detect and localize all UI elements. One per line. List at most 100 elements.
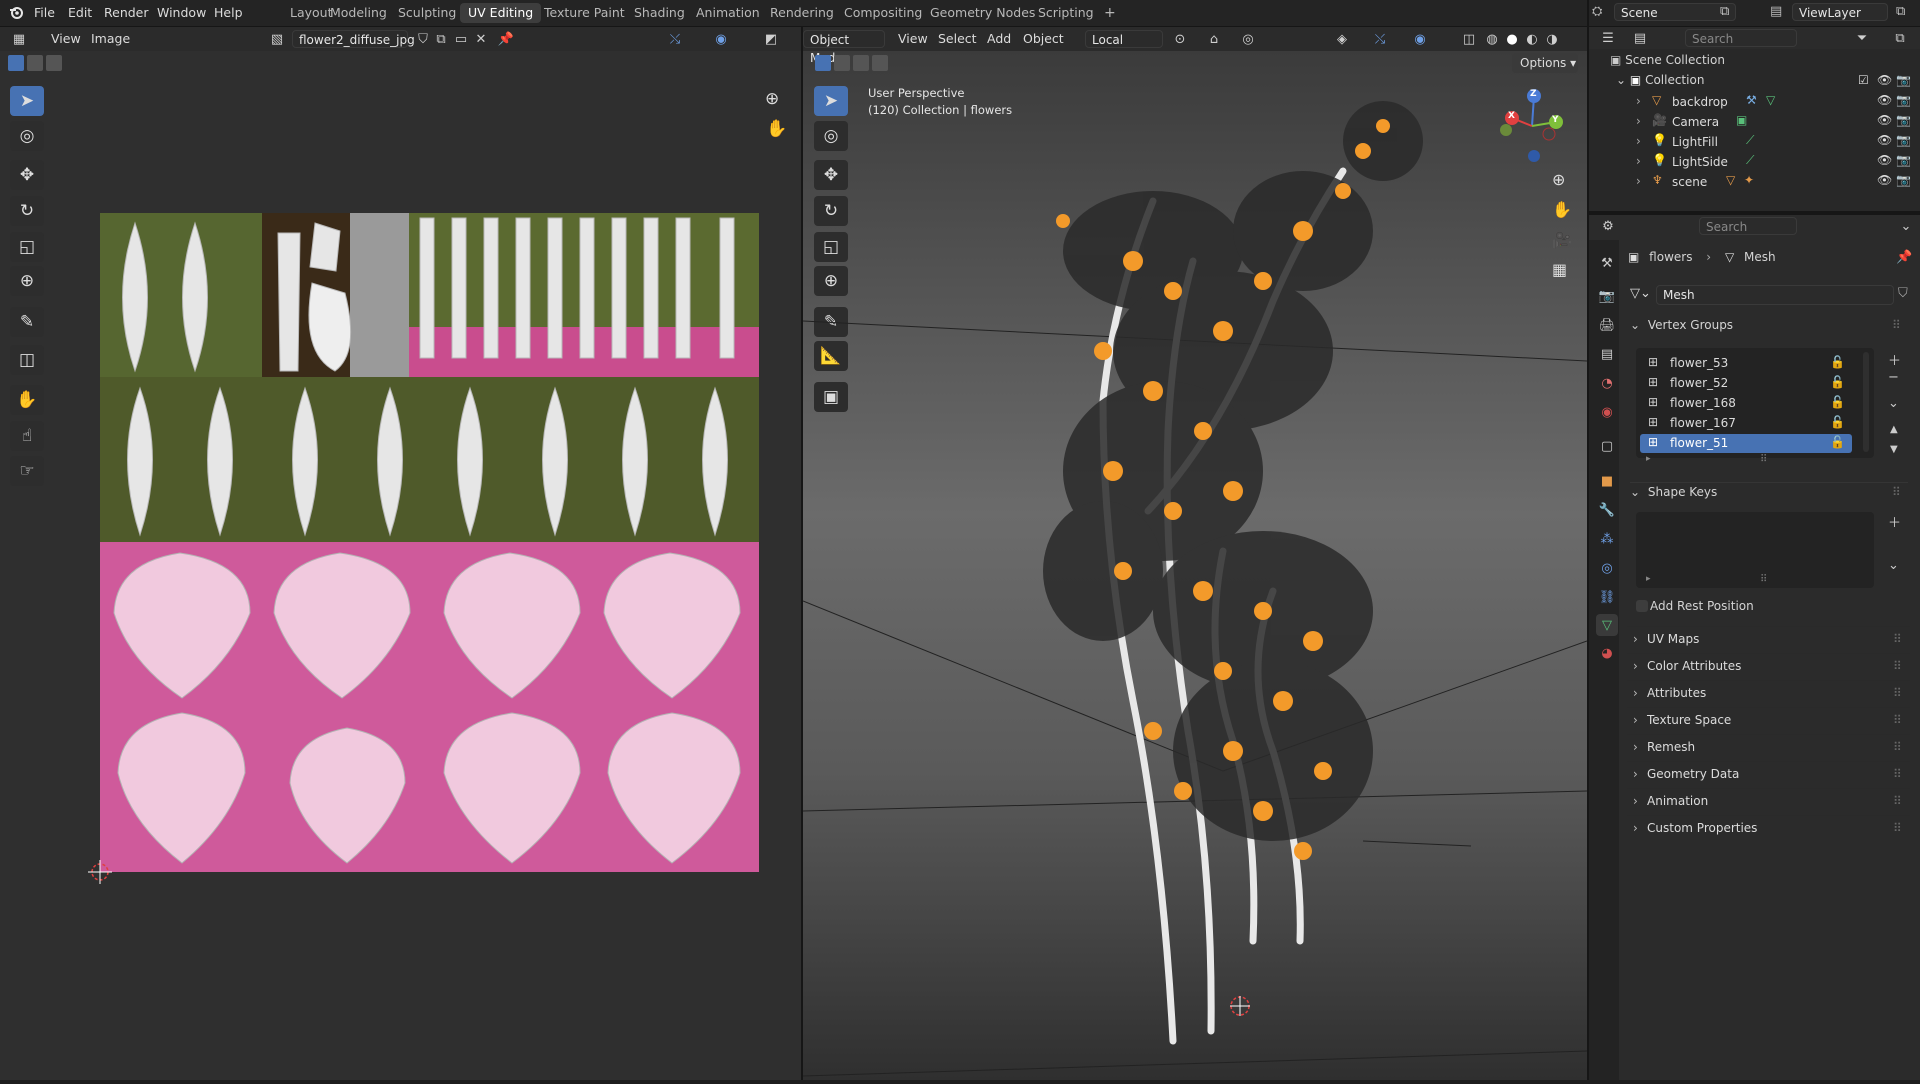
mesh-name-field[interactable]: Mesh bbox=[1656, 285, 1894, 305]
uv-view-menu[interactable]: View bbox=[51, 31, 81, 46]
drag-handle-icon[interactable]: ⠿ bbox=[1893, 767, 1902, 781]
vertex-group-item[interactable]: ⊞ flower_53 🔓 bbox=[1640, 354, 1852, 373]
collapse-chevron-icon[interactable]: ⌄ bbox=[1616, 73, 1626, 87]
duplicate-image-icon[interactable]: ⧉ bbox=[430, 29, 452, 49]
tab-scripting[interactable]: Scripting bbox=[1030, 3, 1102, 23]
move-down-icon[interactable]: ▼ bbox=[1890, 444, 1898, 455]
move-up-icon[interactable]: ▲ bbox=[1890, 424, 1898, 435]
outliner-item-lightfill[interactable]: › 💡 LightFill ⟋ 👁 📷 bbox=[1636, 133, 1911, 153]
add-rest-position-checkbox[interactable] bbox=[1636, 600, 1648, 612]
pin-properties-icon[interactable]: 📌 bbox=[1896, 250, 1912, 265]
add-shape-key-button[interactable]: ＋ bbox=[1888, 512, 1901, 531]
overlay-icon[interactable]: ◉ bbox=[710, 29, 732, 49]
rendered-shading-icon[interactable]: ◑ bbox=[1541, 29, 1563, 49]
mesh-data-tab-icon[interactable]: ▽ bbox=[1596, 614, 1618, 636]
annotate-tool[interactable]: ✎ bbox=[10, 307, 44, 337]
viewport-add-menu[interactable]: Add bbox=[987, 31, 1011, 46]
display-channels-icon[interactable]: ◩ bbox=[760, 29, 782, 49]
modifier-tab-icon[interactable]: 🔧 bbox=[1596, 499, 1618, 521]
tab-shading[interactable]: Shading bbox=[626, 3, 693, 23]
rotate-tool[interactable]: ↻ bbox=[10, 196, 44, 226]
display-mode-icon[interactable]: ▤ bbox=[1629, 28, 1651, 48]
shape-keys-panel-header[interactable]: ⌄ Shape Keys ⠿ bbox=[1630, 482, 1908, 507]
animation-panel[interactable]: › Animation ⠿ bbox=[1627, 788, 1910, 813]
expand-chevron-icon[interactable]: › bbox=[1636, 154, 1641, 168]
physics-tab-icon[interactable]: ◎ bbox=[1596, 557, 1618, 579]
tool-tab-icon[interactable]: ⚒ bbox=[1596, 252, 1618, 274]
menu-window[interactable]: Window bbox=[157, 5, 206, 20]
viewport-object-menu[interactable]: Object bbox=[1023, 31, 1064, 46]
drag-handle-icon[interactable]: ⠿ bbox=[1893, 686, 1902, 700]
new-scene-icon[interactable]: ⧉ bbox=[1720, 4, 1729, 19]
image-name-field[interactable]: flower2_diffuse_jpg bbox=[292, 30, 415, 48]
select-box-tool[interactable]: ➤ bbox=[10, 86, 44, 116]
collection-visibility-eye-icon[interactable]: 👁 bbox=[1877, 73, 1892, 87]
breadcrumb-object[interactable]: flowers bbox=[1649, 250, 1692, 264]
xray-icon[interactable]: ◫ bbox=[1458, 29, 1480, 49]
move-tool[interactable]: ✥ bbox=[10, 160, 44, 190]
drag-handle-icon[interactable]: ⠿ bbox=[1893, 659, 1902, 673]
pinch-tool[interactable]: ☞ bbox=[10, 456, 44, 486]
expand-chevron-icon[interactable]: › bbox=[1636, 174, 1641, 188]
visibility-icon[interactable]: ◈ bbox=[1331, 29, 1353, 49]
world-tab-icon[interactable]: ◉ bbox=[1596, 401, 1618, 423]
unlink-close-icon[interactable]: ✕ bbox=[470, 29, 492, 49]
shape-key-specials-chevron-icon[interactable]: ⌄ bbox=[1888, 558, 1899, 573]
render-camera-icon[interactable]: 📷 bbox=[1896, 133, 1911, 147]
wireframe-shading-icon[interactable]: ◍ bbox=[1481, 29, 1503, 49]
tab-rendering[interactable]: Rendering bbox=[762, 3, 842, 23]
relax-tool[interactable]: ☝ bbox=[10, 421, 44, 451]
particles-tab-icon[interactable]: ⁂ bbox=[1596, 528, 1618, 550]
open-folder-icon[interactable]: ▭ bbox=[450, 29, 472, 49]
vertex-group-item[interactable]: ⊞ flower_168 🔓 bbox=[1640, 394, 1852, 413]
menu-help[interactable]: Help bbox=[214, 5, 243, 20]
render-camera-icon[interactable]: 📷 bbox=[1896, 173, 1911, 187]
rip-tool[interactable]: ◫ bbox=[10, 345, 44, 375]
lock-icon[interactable]: 🔓 bbox=[1830, 415, 1845, 429]
drag-handle-icon[interactable]: ⠿ bbox=[1893, 821, 1902, 835]
pivot-point-icon[interactable]: ⊙ bbox=[1169, 29, 1191, 49]
mode-selector[interactable]: Object Mode bbox=[803, 30, 885, 65]
uv-image-menu[interactable]: Image bbox=[91, 31, 130, 46]
gizmo-toggle-icon[interactable]: ⤯ bbox=[1369, 29, 1391, 49]
remove-vertex-group-button[interactable]: − bbox=[1888, 370, 1899, 385]
new-collection-icon[interactable]: ⧉ bbox=[1889, 28, 1911, 48]
render-camera-icon[interactable]: 📷 bbox=[1896, 153, 1911, 167]
list-filter-toggle-icon[interactable]: ▸ bbox=[1646, 574, 1651, 584]
menu-render[interactable]: Render bbox=[104, 5, 149, 20]
solid-shading-icon[interactable]: ● bbox=[1501, 29, 1523, 49]
outliner-search-input[interactable]: Search bbox=[1685, 29, 1797, 47]
geometry-data-panel[interactable]: › Geometry Data ⠿ bbox=[1627, 761, 1910, 786]
transform-tool[interactable]: ⊕ bbox=[10, 266, 44, 296]
snap-icon[interactable]: ⌂ bbox=[1203, 29, 1225, 49]
tab-sculpting[interactable]: Sculpting bbox=[390, 3, 464, 23]
viewport-view-menu[interactable]: View bbox=[898, 31, 928, 46]
vertex-group-item[interactable]: ⊞ flower_52 🔓 bbox=[1640, 374, 1852, 393]
collection-render-camera-icon[interactable]: 📷 bbox=[1896, 73, 1911, 87]
properties-search-input[interactable]: Search bbox=[1699, 217, 1797, 235]
new-viewlayer-icon[interactable]: ⧉ bbox=[1896, 4, 1905, 19]
fake-user-shield-icon[interactable]: ⛉ bbox=[1898, 286, 1908, 301]
vertex-groups-scrollbar[interactable] bbox=[1863, 352, 1869, 452]
outliner-collection-row[interactable]: ⌄ ▣ Collection ☑ 👁 📷 bbox=[1616, 73, 1912, 93]
menu-edit[interactable]: Edit bbox=[68, 5, 92, 20]
render-camera-icon[interactable]: 📷 bbox=[1896, 113, 1911, 127]
face-select-mode-icon[interactable] bbox=[46, 55, 62, 71]
tab-texture-paint[interactable]: Texture Paint bbox=[536, 3, 633, 23]
tab-uv-editing[interactable]: UV Editing bbox=[460, 3, 542, 23]
grab-tool[interactable]: ✋ bbox=[10, 385, 44, 415]
lock-icon[interactable]: 🔓 bbox=[1830, 375, 1845, 389]
transform-orientation-selector[interactable]: Local bbox=[1085, 30, 1163, 48]
uv-2d-cursor-icon[interactable] bbox=[88, 860, 112, 884]
properties-editor-type-icon[interactable]: ⚙ bbox=[1597, 216, 1619, 236]
visibility-eye-icon[interactable]: 👁 bbox=[1877, 173, 1892, 187]
object-tab-icon[interactable]: ■ bbox=[1596, 470, 1618, 492]
render-tab-icon[interactable]: 📷 bbox=[1596, 285, 1618, 307]
outliner-editor-type-icon[interactable]: ☰ bbox=[1597, 28, 1619, 48]
attributes-panel[interactable]: › Attributes ⠿ bbox=[1627, 680, 1910, 705]
list-filter-toggle-icon[interactable]: ▸ bbox=[1646, 454, 1651, 464]
drag-handle-icon[interactable]: ⠿ bbox=[1893, 713, 1902, 727]
vertex-groups-panel-header[interactable]: ⌄ Vertex Groups ⠿ bbox=[1630, 318, 1908, 340]
breadcrumb-data[interactable]: Mesh bbox=[1744, 250, 1776, 264]
outliner-item-lightside[interactable]: › 💡 LightSide ⟋ 👁 📷 bbox=[1636, 153, 1911, 173]
